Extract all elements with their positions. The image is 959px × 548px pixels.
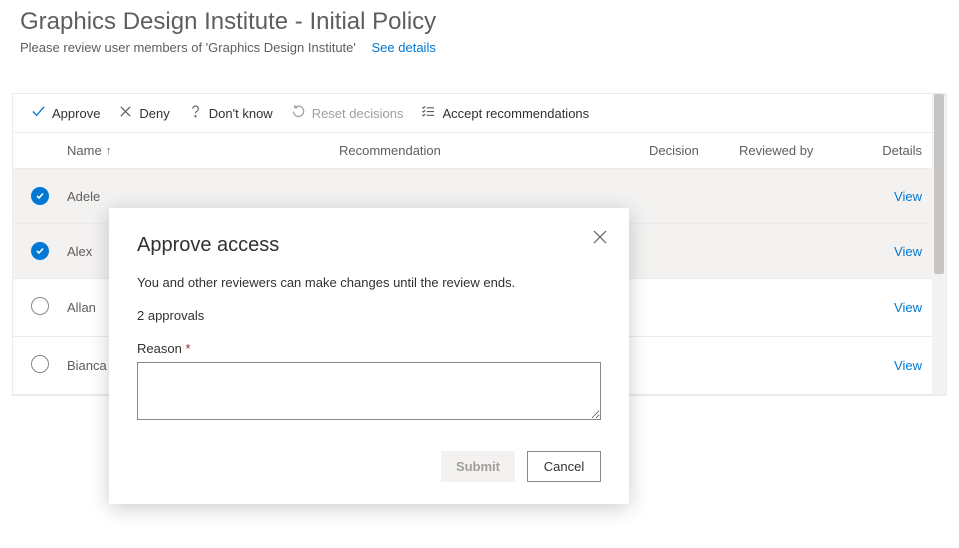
see-details-link[interactable]: See details: [372, 40, 436, 55]
page-subtitle: Please review user members of 'Graphics …: [20, 40, 356, 55]
question-icon: [188, 104, 203, 122]
column-decision[interactable]: Decision: [649, 143, 739, 158]
sort-asc-icon: ↑: [106, 145, 112, 157]
dont-know-button[interactable]: Don't know: [188, 104, 273, 122]
column-name-label: Name: [67, 143, 102, 158]
row-checkbox[interactable]: [31, 242, 49, 260]
row-name: Adele: [67, 189, 339, 204]
row-checkbox[interactable]: [31, 187, 49, 205]
reason-label-text: Reason: [137, 341, 182, 356]
column-details: Details: [867, 143, 928, 158]
row-checkbox[interactable]: [31, 297, 49, 315]
reset-label: Reset decisions: [312, 106, 404, 121]
approve-button[interactable]: Approve: [31, 104, 100, 122]
cancel-button[interactable]: Cancel: [527, 451, 601, 482]
x-icon: [118, 104, 133, 122]
view-link[interactable]: View: [894, 244, 922, 259]
dont-know-label: Don't know: [209, 106, 273, 121]
scrollbar-thumb[interactable]: [934, 94, 944, 274]
approval-count: 2 approvals: [137, 308, 601, 323]
vertical-scrollbar[interactable]: [932, 94, 946, 395]
column-recommendation[interactable]: Recommendation: [339, 143, 649, 158]
accept-recommendations-button[interactable]: Accept recommendations: [421, 104, 589, 122]
table-header: Name ↑ Recommendation Decision Reviewed …: [13, 133, 946, 169]
list-check-icon: [421, 104, 436, 122]
close-icon: [593, 232, 607, 247]
required-indicator: *: [185, 341, 190, 356]
view-link[interactable]: View: [894, 358, 922, 373]
toolbar: Approve Deny Don't know Reset decisions …: [13, 94, 946, 133]
dialog-info-text: You and other reviewers can make changes…: [137, 275, 601, 290]
reason-label: Reason *: [137, 341, 601, 356]
approve-access-dialog: Approve access You and other reviewers c…: [109, 208, 629, 504]
column-reviewed-by[interactable]: Reviewed by: [739, 143, 867, 158]
reset-decisions-button[interactable]: Reset decisions: [291, 104, 404, 122]
submit-button[interactable]: Submit: [441, 451, 515, 482]
accept-label: Accept recommendations: [442, 106, 589, 121]
deny-button[interactable]: Deny: [118, 104, 169, 122]
column-name[interactable]: Name ↑: [67, 143, 339, 158]
view-link[interactable]: View: [894, 189, 922, 204]
approve-label: Approve: [52, 106, 100, 121]
view-link[interactable]: View: [894, 300, 922, 315]
close-button[interactable]: [593, 230, 607, 247]
deny-label: Deny: [139, 106, 169, 121]
page-subtitle-row: Please review user members of 'Graphics …: [20, 40, 939, 55]
page-title: Graphics Design Institute - Initial Poli…: [20, 8, 939, 36]
check-icon: [31, 104, 46, 122]
row-checkbox[interactable]: [31, 355, 49, 373]
dialog-title: Approve access: [137, 234, 601, 257]
reason-input[interactable]: [137, 362, 601, 420]
reset-icon: [291, 104, 306, 122]
